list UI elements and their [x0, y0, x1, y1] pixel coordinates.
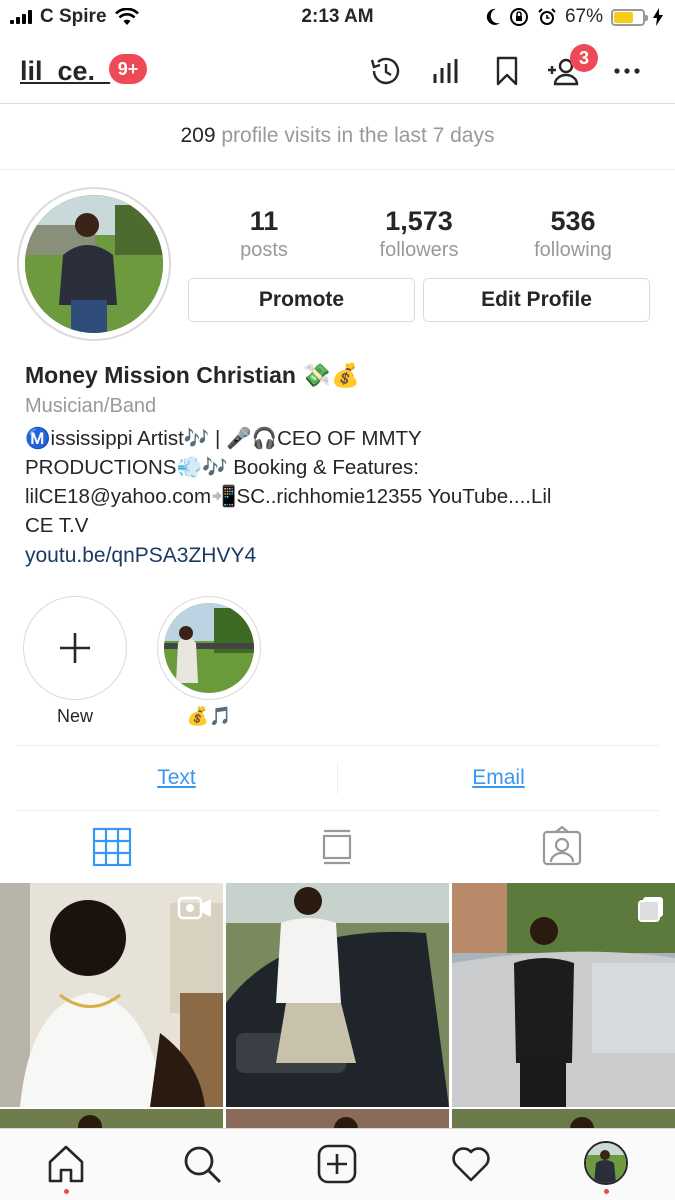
charging-icon — [653, 8, 663, 26]
post-thumbnail[interactable] — [452, 883, 675, 1107]
battery-icon — [611, 8, 648, 26]
username-switcher[interactable]: lil_ce._ — [20, 56, 110, 87]
profile-visits-text: profile visits in the last 7 days — [215, 124, 495, 147]
promote-button[interactable]: Promote — [188, 278, 415, 322]
post-thumbnail[interactable] — [452, 1109, 675, 1128]
carousel-icon — [638, 897, 663, 922]
search-icon[interactable] — [181, 1143, 223, 1185]
status-bar: C Spire 2:13 AM 67% — [0, 0, 675, 36]
profile-activity-dot — [604, 1189, 609, 1194]
tagged-icon[interactable] — [541, 825, 583, 868]
profile-link[interactable]: youtu.be/qnPSA3ZHVY4 — [25, 544, 256, 568]
post-thumbnail[interactable] — [226, 1109, 449, 1128]
following-count[interactable]: 536 following — [498, 206, 648, 262]
profile-category: Musician/Band — [25, 395, 157, 417]
feed-view-icon[interactable] — [316, 826, 358, 868]
post-grid — [0, 883, 675, 1128]
video-icon — [177, 896, 211, 920]
followers-value: 1,573 — [385, 206, 453, 236]
following-label: following — [534, 239, 612, 261]
home-icon[interactable] — [45, 1143, 87, 1185]
profile-tab-avatar[interactable] — [584, 1141, 628, 1185]
moon-icon — [486, 8, 500, 25]
profile-visits-banner[interactable]: 209 profile visits in the last 7 days — [0, 104, 675, 170]
posts-label: posts — [240, 239, 288, 261]
posts-count[interactable]: 11 posts — [189, 206, 339, 262]
post-thumbnail[interactable] — [226, 883, 449, 1107]
profile-name: Money Mission Christian 💸💰 — [25, 362, 360, 388]
profile-tabs — [0, 812, 675, 882]
edit-profile-button[interactable]: Edit Profile — [423, 278, 650, 322]
followers-count[interactable]: 1,573 followers — [344, 206, 494, 262]
notification-badge[interactable]: 9+ — [109, 54, 147, 84]
post-thumbnail[interactable] — [0, 1109, 223, 1128]
highlight-label: 💰🎵 — [186, 706, 232, 726]
grid-icon[interactable] — [91, 826, 133, 868]
home-activity-dot — [64, 1189, 69, 1194]
follow-requests-badge: 3 — [570, 44, 598, 72]
new-highlight[interactable]: New — [23, 596, 127, 727]
profile-visits-count: 209 — [180, 124, 216, 147]
avatar[interactable] — [25, 195, 163, 333]
saved-icon[interactable] — [490, 54, 524, 88]
posts-value: 11 — [249, 206, 279, 236]
new-post-icon[interactable] — [316, 1143, 358, 1185]
story-highlight[interactable]: 💰🎵 — [157, 596, 261, 727]
profile-bio: Ⓜ️ississippi Artist🎶 | 🎤🎧CEO OF MMTY PRO… — [25, 427, 552, 537]
battery-percent: 67% — [564, 6, 603, 27]
followers-label: followers — [379, 239, 459, 261]
bottom-nav — [0, 1128, 675, 1200]
plus-icon — [60, 633, 90, 663]
insights-icon[interactable] — [430, 54, 464, 88]
email-contact-button[interactable]: Email — [338, 746, 659, 810]
archive-icon[interactable] — [369, 54, 403, 88]
story-highlight-circle — [157, 596, 261, 700]
contact-bar: Text Email — [16, 745, 659, 811]
profile-header: lil_ce._ 9+ 3 — [0, 36, 675, 104]
rotation-lock-icon — [509, 8, 528, 26]
highlight-label: New — [56, 706, 93, 726]
alarm-icon — [538, 8, 556, 25]
more-icon[interactable] — [610, 54, 644, 88]
following-value: 536 — [550, 206, 596, 236]
activity-heart-icon[interactable] — [450, 1143, 492, 1185]
text-contact-button[interactable]: Text — [16, 746, 337, 810]
post-thumbnail[interactable] — [0, 883, 223, 1107]
new-highlight-circle — [23, 596, 127, 700]
